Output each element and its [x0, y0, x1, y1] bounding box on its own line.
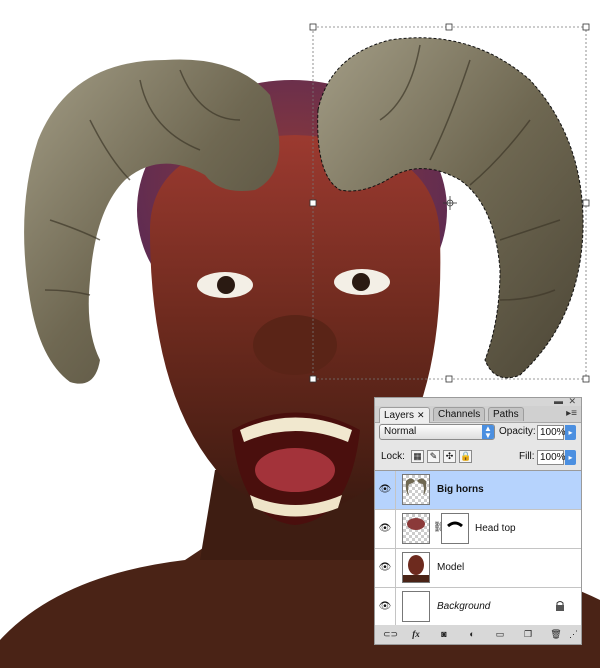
- panel-title-bar[interactable]: ▬ ✕: [375, 397, 581, 406]
- layer-thumbnail-model: [402, 552, 430, 583]
- layer-big-horns[interactable]: 👁 Big horns: [375, 471, 581, 510]
- fx-button[interactable]: fx: [409, 628, 423, 641]
- lock-label: Lock:: [381, 451, 405, 462]
- layer-name: Background: [437, 601, 491, 612]
- lock-image-pixels-icon[interactable]: ✎: [427, 450, 440, 463]
- layer-name: Big horns: [437, 484, 484, 495]
- link-layers-icon[interactable]: ⊂⊃: [383, 628, 398, 641]
- eye-icon[interactable]: 👁: [375, 588, 396, 626]
- layer-name: Model: [437, 562, 465, 573]
- add-mask-icon[interactable]: ◙: [437, 628, 451, 641]
- tab-channels[interactable]: Channels: [433, 407, 486, 421]
- opacity-slider-arrow[interactable]: ▸: [565, 425, 576, 440]
- tab-layers[interactable]: Layers ✕: [379, 407, 430, 423]
- lock-position-icon[interactable]: ✣: [443, 450, 456, 463]
- tab-paths[interactable]: Paths: [488, 407, 524, 421]
- tongue: [255, 448, 335, 492]
- close-tab-icon[interactable]: ✕: [417, 410, 425, 420]
- layer-model[interactable]: 👁 Model: [375, 549, 581, 588]
- panel-bottom-bar: ⊂⊃ fx ◙ ◐ ▭ ❐ 🗑 ⋰: [375, 625, 581, 644]
- layer-thumbnail-horns: [402, 474, 430, 505]
- padlock-icon: [556, 601, 564, 611]
- fill-label: Fill:: [519, 451, 535, 462]
- eye-icon[interactable]: 👁: [375, 549, 396, 587]
- layer-mask-thumbnail[interactable]: [441, 513, 469, 544]
- collapse-icon[interactable]: ▬: [554, 397, 563, 406]
- panel-tabs: Layers ✕ Channels Paths ▸≡: [375, 406, 581, 423]
- trash-icon[interactable]: 🗑: [549, 628, 563, 641]
- resize-grip-icon[interactable]: ⋰: [569, 628, 578, 641]
- chevron-updown-icon: ▲ ▼: [482, 425, 494, 440]
- left-iris: [217, 276, 235, 294]
- lock-all-icon[interactable]: 🔒: [459, 450, 472, 463]
- adjustment-layer-icon[interactable]: ◐: [465, 628, 479, 641]
- fill-slider-arrow[interactable]: ▸: [565, 450, 576, 465]
- eye-icon[interactable]: 👁: [375, 471, 396, 509]
- blend-mode-select[interactable]: Normal ▲ ▼: [379, 424, 495, 440]
- layer-thumbnail-head-top: [402, 513, 430, 544]
- layers-list: 👁 Big horns 👁 ⛓ Head top 👁 Model 👁 Backg…: [375, 470, 581, 628]
- layer-head-top[interactable]: 👁 ⛓ Head top: [375, 510, 581, 549]
- close-panel-icon[interactable]: ✕: [568, 397, 576, 406]
- layers-panel: ▬ ✕ Layers ✕ Channels Paths ▸≡ Normal ▲ ▼ …: [374, 397, 582, 645]
- layer-name: Head top: [475, 523, 516, 534]
- panel-menu-icon[interactable]: ▸≡: [566, 408, 577, 419]
- fill-input[interactable]: 100%: [537, 450, 566, 465]
- layer-background[interactable]: 👁 Background: [375, 588, 581, 627]
- right-iris: [352, 273, 370, 291]
- nose: [253, 315, 337, 375]
- new-group-icon[interactable]: ▭: [493, 628, 507, 641]
- new-layer-icon[interactable]: ❐: [521, 628, 535, 641]
- opacity-label: Opacity:: [499, 426, 536, 437]
- lock-transparency-icon[interactable]: ▦: [411, 450, 424, 463]
- layer-thumbnail-background: [402, 591, 430, 622]
- opacity-input[interactable]: 100%: [537, 425, 566, 440]
- eye-icon[interactable]: 👁: [375, 510, 396, 548]
